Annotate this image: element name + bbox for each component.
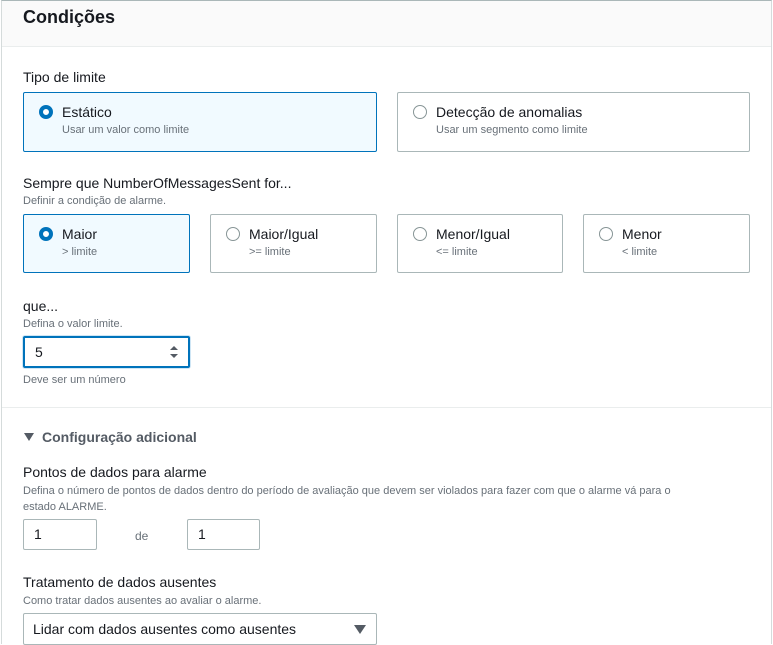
threshold-type-static-tile[interactable]: Estático Usar um valor como limite (23, 92, 377, 152)
tile-title: Estático (62, 104, 112, 120)
datapoints-a-value: 1 (34, 526, 42, 542)
tile-desc: >= limite (249, 246, 291, 258)
condition-greater-tile[interactable]: Maior > limite (23, 214, 190, 273)
tile-title: Maior (62, 226, 98, 242)
tile-title: Menor/Igual (436, 226, 510, 242)
datapoints-separator: de (135, 529, 149, 543)
tile-title: Maior/Igual (249, 226, 319, 242)
missing-data-select[interactable]: Lidar com dados ausentes como ausentes (23, 613, 377, 645)
tile-desc: Usar um valor como limite (62, 124, 190, 136)
threshold-value-desc: Defina o valor limite. (23, 318, 123, 330)
threshold-value-input[interactable]: 5 (23, 336, 190, 368)
condition-less-tile[interactable]: Menor < limite (583, 214, 750, 273)
threshold-value-hint: Deve ser um número (23, 374, 126, 386)
radio-less-equal[interactable] (413, 227, 427, 241)
condition-greater-equal-tile[interactable]: Maior/Igual >= limite (210, 214, 377, 273)
threshold-type-label: Tipo de limite (23, 69, 106, 85)
threshold-value-text: 5 (35, 344, 43, 360)
missing-data-label: Tratamento de dados ausentes (23, 574, 217, 590)
datapoints-to-alarm-input[interactable]: 1 (23, 519, 97, 550)
tile-desc: Usar um segmento como limite (436, 124, 588, 136)
radio-greater-equal[interactable] (226, 227, 240, 241)
tile-desc: > limite (62, 246, 98, 258)
datapoints-desc-line1: Defina o número de pontos de dados dentr… (23, 485, 671, 497)
threshold-type-anomaly-tile[interactable]: Detecção de anomalias Usar um segmento c… (397, 92, 750, 152)
condition-label: Sempre que NumberOfMessagesSent for... (23, 175, 292, 191)
evaluation-periods-input[interactable]: 1 (187, 519, 260, 550)
tile-title: Detecção de anomalias (436, 104, 583, 120)
panel-title: Condições (23, 7, 116, 27)
missing-data-selected: Lidar com dados ausentes como ausentes (33, 621, 297, 637)
datapoints-label: Pontos de dados para alarme (23, 464, 207, 480)
panel-header: Condições (2, 1, 771, 47)
caret-down-icon[interactable] (24, 433, 34, 441)
tile-desc: <= limite (436, 246, 478, 258)
radio-greater[interactable] (39, 227, 53, 241)
section-divider (2, 407, 771, 408)
datapoints-b-value: 1 (198, 526, 206, 542)
datapoints-desc-line2: estado ALARME. (23, 501, 107, 513)
conditions-panel: Condições Tipo de limite Estático Usar u… (1, 0, 772, 645)
missing-data-desc: Como tratar dados ausentes ao avaliar o … (23, 595, 262, 607)
radio-less[interactable] (599, 227, 613, 241)
radio-static[interactable] (39, 105, 53, 119)
threshold-value-label: que... (23, 298, 59, 314)
radio-anomaly[interactable] (413, 105, 427, 119)
additional-config-toggle[interactable]: Configuração adicional (42, 429, 197, 445)
number-stepper-icon[interactable] (169, 345, 179, 359)
condition-desc: Definir a condição de alarme. (23, 195, 167, 207)
condition-less-equal-tile[interactable]: Menor/Igual <= limite (397, 214, 563, 273)
caret-down-icon (354, 625, 366, 634)
tile-title: Menor (622, 226, 662, 242)
tile-desc: < limite (622, 246, 658, 258)
